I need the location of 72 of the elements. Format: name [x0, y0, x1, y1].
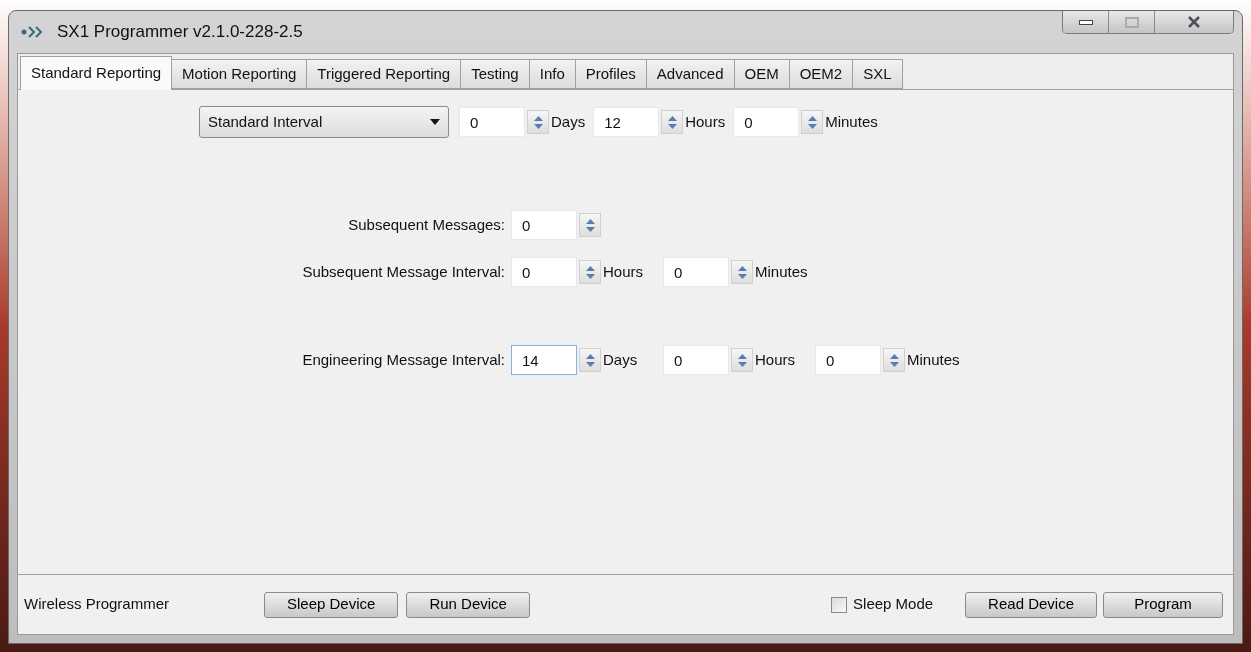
number-field[interactable]: 0 — [663, 345, 729, 375]
up-arrow-icon — [533, 115, 543, 121]
up-arrow-icon — [585, 218, 595, 224]
number-field[interactable]: 12 — [593, 107, 660, 137]
spin-button[interactable] — [661, 110, 684, 134]
field-label: Subsequent Messages: — [347, 214, 506, 235]
spin-button[interactable] — [883, 348, 905, 372]
up-arrow-icon — [737, 265, 747, 271]
number-field[interactable]: 14 — [511, 345, 577, 375]
tab[interactable]: SXL — [852, 59, 903, 89]
down-arrow-icon — [807, 123, 817, 129]
device-button[interactable]: Program — [1103, 591, 1223, 618]
spin-button[interactable] — [731, 348, 753, 372]
close-icon — [1187, 16, 1201, 28]
down-arrow-icon — [737, 361, 747, 367]
tab[interactable]: OEM2 — [788, 59, 854, 89]
field-label: Engineering Message Interval: — [301, 349, 506, 370]
up-arrow-icon — [807, 115, 817, 121]
up-arrow-icon — [585, 353, 595, 359]
up-arrow-icon — [585, 265, 595, 271]
device-button[interactable]: Read Device — [965, 591, 1097, 618]
number-field[interactable]: 0 — [663, 257, 729, 287]
unit-label: Days — [603, 349, 639, 370]
tab[interactable]: Advanced — [645, 59, 735, 89]
unit-label: Hours — [603, 261, 643, 282]
number-field[interactable]: 0 — [815, 345, 881, 375]
window-title: SX1 Programmer v2.1.0-228-2.5 — [57, 21, 303, 44]
tab[interactable]: Standard Reporting — [20, 56, 173, 90]
spin-button[interactable] — [579, 348, 601, 372]
up-arrow-icon — [889, 353, 899, 359]
down-arrow-icon — [585, 361, 595, 367]
status-text: Wireless Programmer — [24, 594, 171, 615]
spin-button[interactable] — [579, 213, 601, 237]
dropdown-arrow-icon — [430, 119, 440, 125]
down-arrow-icon — [585, 273, 595, 279]
unit-label: Hours — [685, 111, 726, 132]
close-button[interactable] — [1155, 11, 1233, 33]
up-arrow-icon — [737, 353, 747, 359]
spin-button[interactable] — [579, 260, 601, 284]
down-arrow-icon — [889, 361, 899, 367]
down-arrow-icon — [667, 123, 677, 129]
tab[interactable]: Motion Reporting — [171, 59, 308, 89]
unit-label: Days — [551, 111, 586, 132]
device-button[interactable]: Sleep Device — [264, 591, 399, 618]
tab[interactable]: Testing — [460, 59, 530, 89]
tab[interactable]: OEM — [733, 59, 790, 89]
spin-button[interactable] — [731, 260, 753, 284]
maximize-icon — [1124, 16, 1139, 28]
spin-button[interactable] — [801, 110, 824, 134]
number-field[interactable]: 0 — [459, 107, 525, 137]
minimize-button[interactable] — [1063, 11, 1109, 33]
unit-label: Minutes — [825, 111, 878, 132]
field-label: Subsequent Message Interval: — [301, 261, 506, 282]
unit-label: Minutes — [755, 261, 808, 282]
down-arrow-icon — [585, 226, 595, 232]
tab[interactable]: Profiles — [574, 59, 647, 89]
interval-dropdown[interactable]: Standard Interval — [199, 106, 449, 138]
up-arrow-icon — [667, 115, 677, 121]
minimize-icon — [1078, 19, 1093, 25]
tab[interactable]: Info — [528, 59, 576, 89]
spin-button[interactable] — [527, 110, 549, 134]
tab[interactable]: Triggered Reporting — [306, 59, 462, 89]
number-field[interactable]: 0 — [511, 210, 577, 240]
down-arrow-icon — [737, 273, 747, 279]
number-field[interactable]: 0 — [733, 107, 800, 137]
checkbox-label: Sleep Mode — [853, 594, 934, 615]
device-button[interactable]: Run Device — [406, 591, 530, 618]
checkbox[interactable] — [831, 596, 848, 613]
unit-label: Hours — [755, 349, 795, 370]
down-arrow-icon — [533, 123, 543, 129]
unit-label: Minutes — [907, 349, 960, 370]
number-field[interactable]: 0 — [511, 257, 577, 287]
